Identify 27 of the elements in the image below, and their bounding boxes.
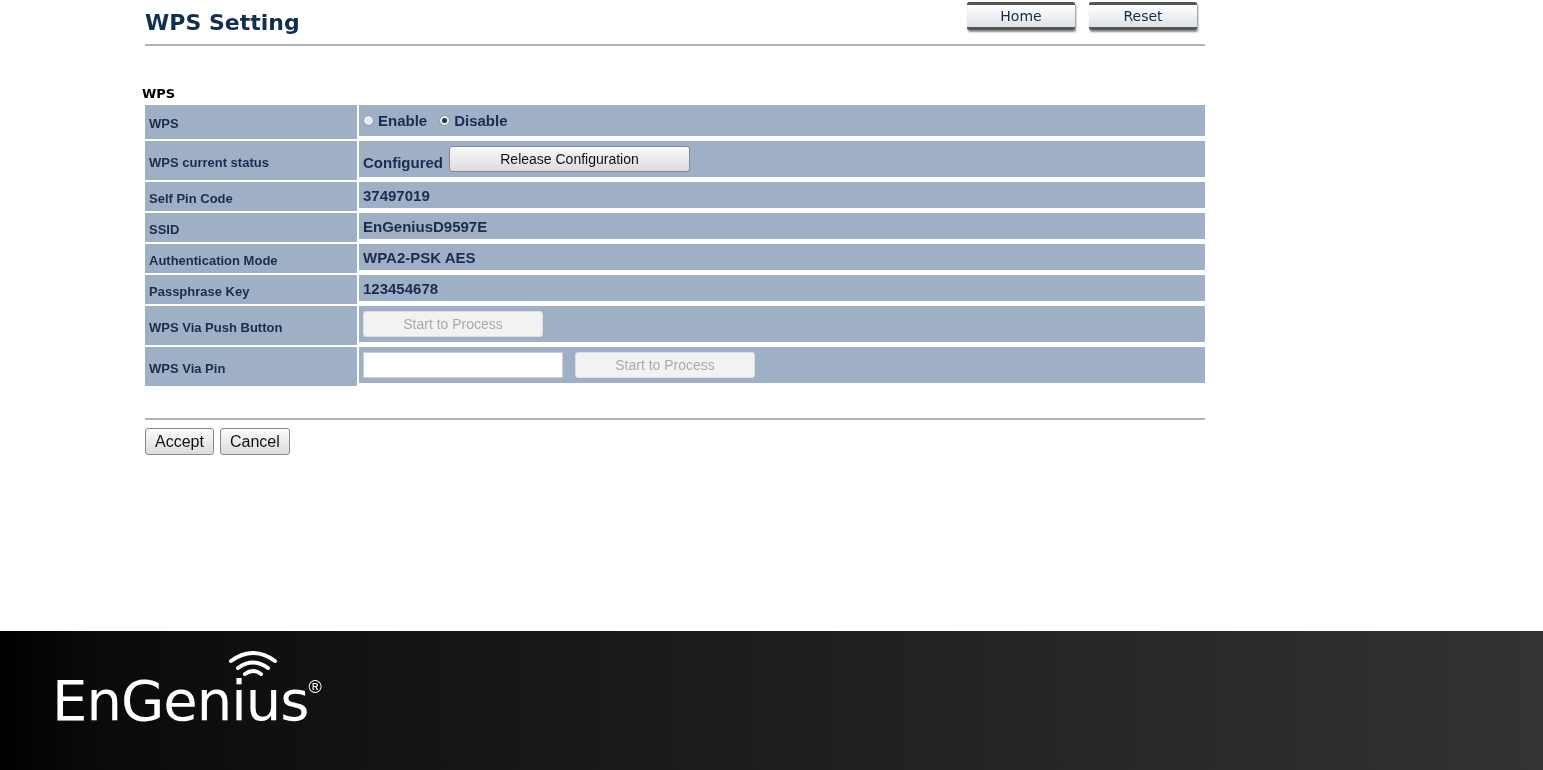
row-label: Passphrase Key — [145, 275, 357, 304]
row-label: WPS — [145, 105, 357, 139]
action-button[interactable]: Accept — [145, 428, 214, 455]
process-button[interactable]: Release Configuration — [449, 146, 690, 172]
pin-input-field[interactable] — [363, 352, 563, 378]
field-value: 37497019 — [363, 186, 430, 204]
row-label: Authentication Mode — [145, 244, 357, 273]
registered-mark: ® — [308, 676, 322, 697]
section-title: WPS — [142, 86, 177, 101]
row-label: SSID — [145, 213, 357, 242]
row-label: WPS Via Push Button — [145, 306, 357, 345]
radio-button[interactable] — [439, 115, 451, 126]
field-value: WPA2-PSK AES — [363, 248, 476, 266]
page-title: WPS Setting — [145, 9, 300, 35]
radio-button[interactable] — [363, 115, 374, 126]
action-button[interactable]: Cancel — [219, 428, 290, 455]
row-label: WPS current status — [145, 141, 357, 180]
row-label: WPS Via Pin — [145, 347, 357, 386]
brand-logo: EnGenius — [52, 672, 309, 729]
row-label: Self Pin Code — [145, 182, 357, 211]
status-value: Configured — [363, 152, 443, 171]
header-button[interactable]: Home — [967, 2, 1075, 30]
field-value: EnGeniusD9597E — [363, 217, 488, 235]
radio-option[interactable]: Enable — [363, 112, 428, 129]
field-value: 123454678 — [363, 279, 439, 297]
radio-option[interactable]: Disable — [439, 112, 508, 129]
header-button[interactable]: Reset — [1089, 2, 1197, 30]
